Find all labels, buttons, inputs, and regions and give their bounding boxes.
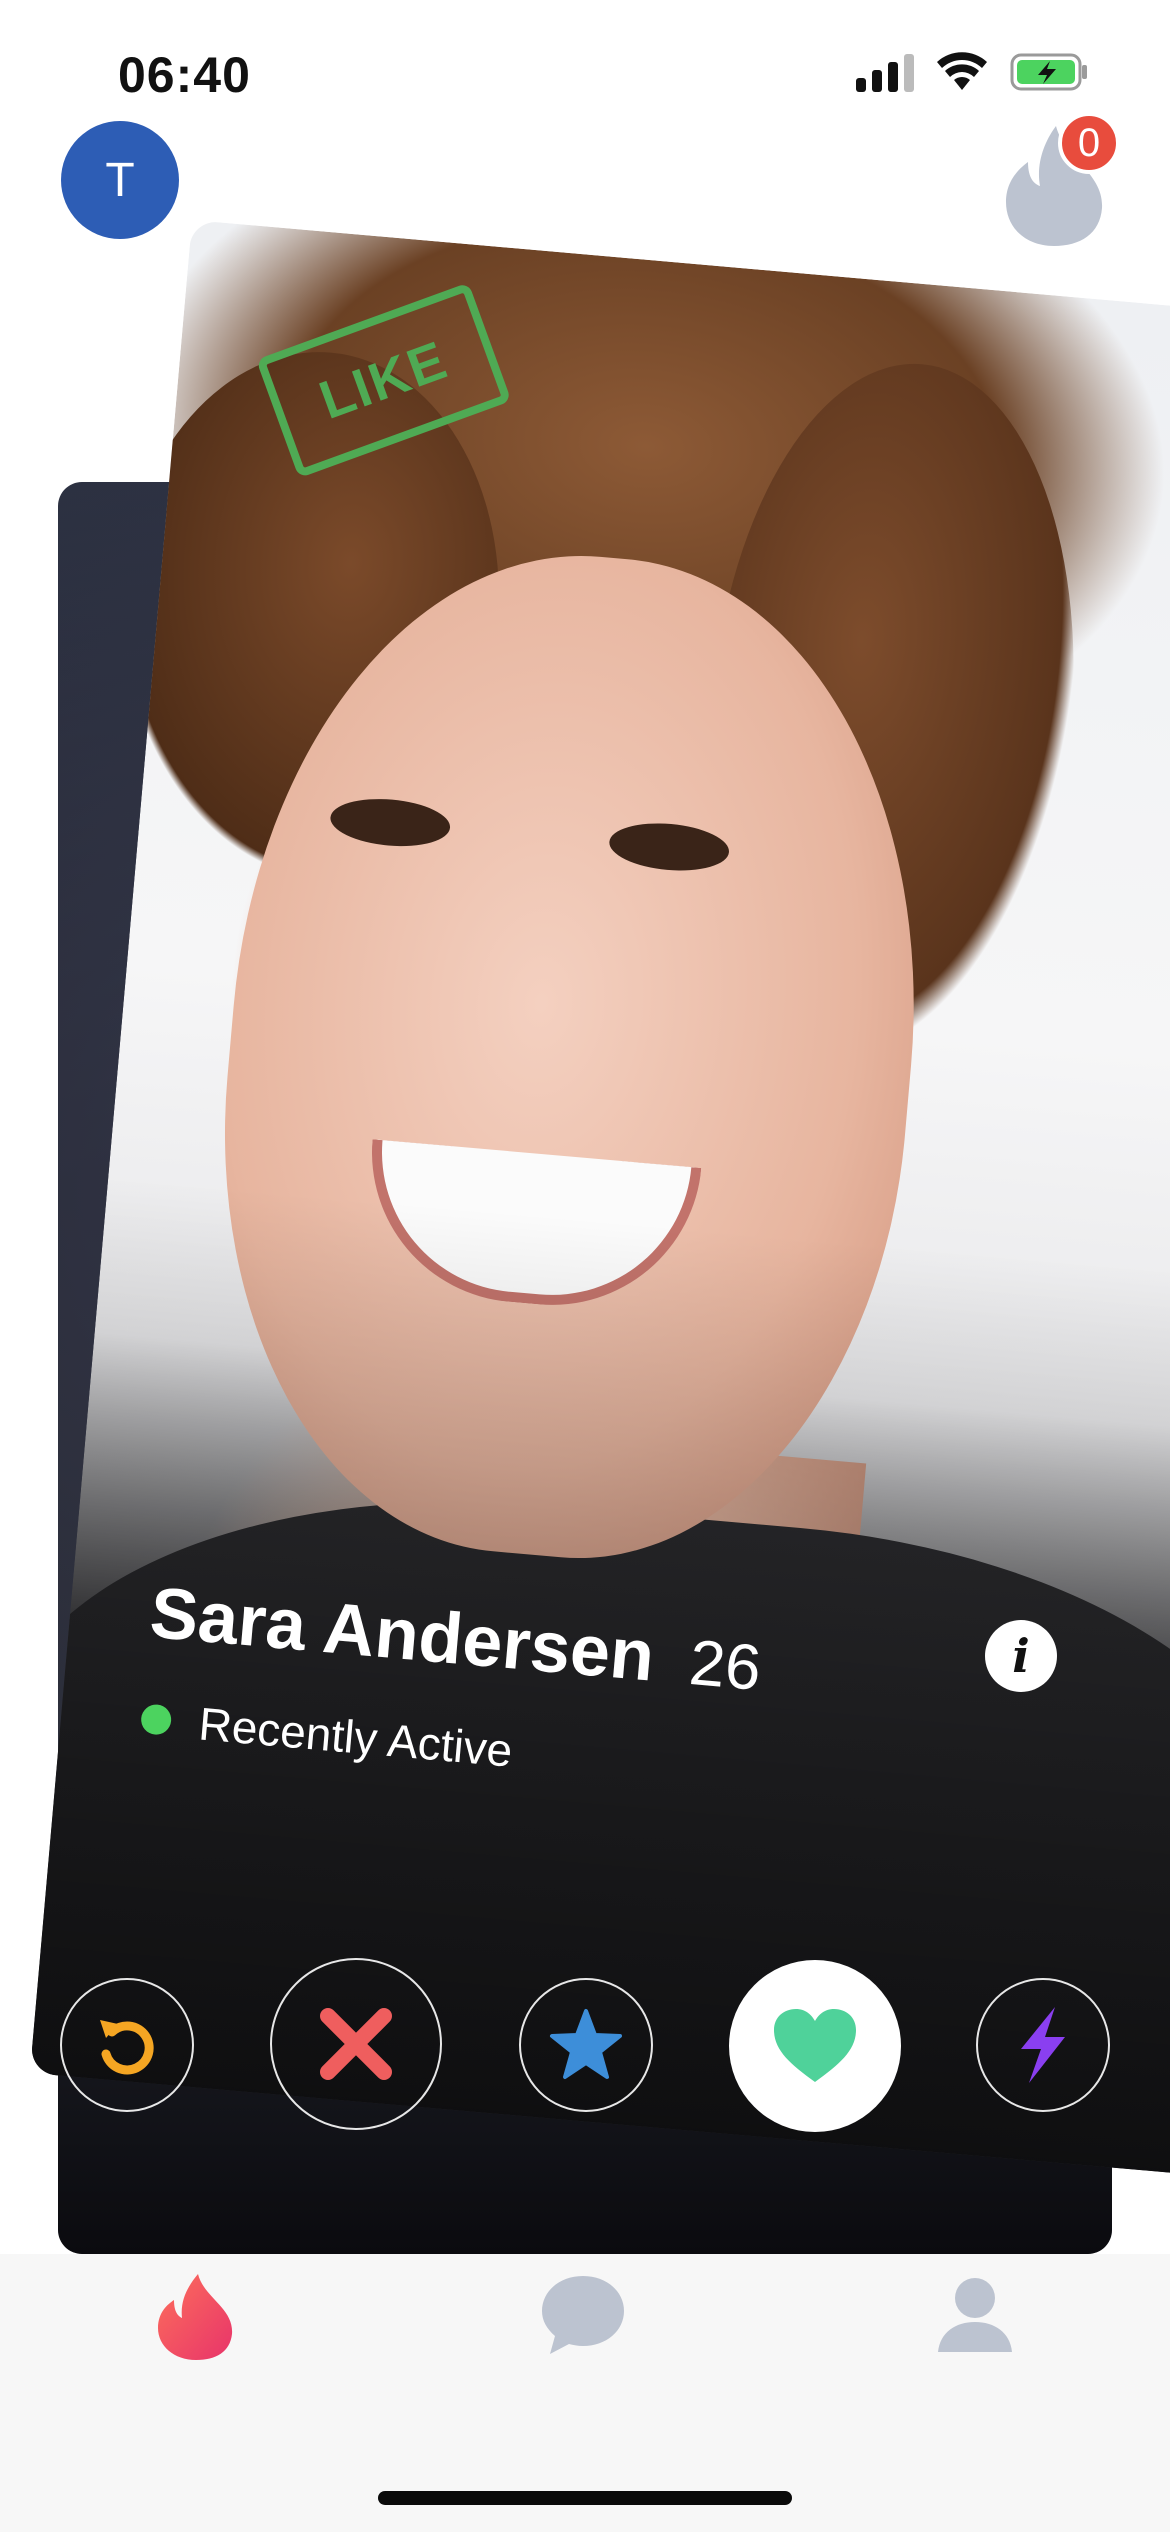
notification-badge: 0: [1058, 112, 1120, 174]
profile-age: 26: [686, 1626, 764, 1704]
profile-card[interactable]: LIKE Sara Andersen 26 Recently Active: [29, 220, 1170, 2176]
close-icon: [320, 2008, 392, 2080]
nope-button[interactable]: [270, 1958, 442, 2130]
boost-button[interactable]: [976, 1978, 1110, 2112]
like-button[interactable]: [729, 1960, 901, 2132]
super-like-button[interactable]: [519, 1978, 653, 2112]
heart-icon: [774, 2009, 856, 2082]
home-indicator[interactable]: [378, 2491, 792, 2505]
nav-home[interactable]: [150, 2270, 240, 2360]
flame-icon: [158, 2274, 233, 2360]
lightning-icon: [1021, 2007, 1065, 2083]
avatar-button[interactable]: T: [61, 121, 179, 239]
status-time: 06:40: [118, 47, 251, 103]
rewind-button[interactable]: [60, 1978, 194, 2112]
active-status-dot: [139, 1703, 173, 1736]
info-button[interactable]: i: [985, 1620, 1057, 1692]
nav-profile[interactable]: [930, 2270, 1020, 2360]
status-icons: [856, 52, 1090, 92]
profile-icon: [938, 2278, 1012, 2352]
avatar-initial: T: [105, 153, 135, 207]
nav-chat[interactable]: [538, 2270, 628, 2360]
star-icon: [550, 2009, 622, 2079]
wifi-icon: [936, 52, 988, 92]
rewind-icon: [100, 2020, 154, 2075]
chat-icon: [542, 2276, 624, 2354]
signal-icon: [856, 52, 914, 92]
battery-icon: [1010, 52, 1090, 92]
info-icon: i: [1012, 1629, 1030, 1683]
